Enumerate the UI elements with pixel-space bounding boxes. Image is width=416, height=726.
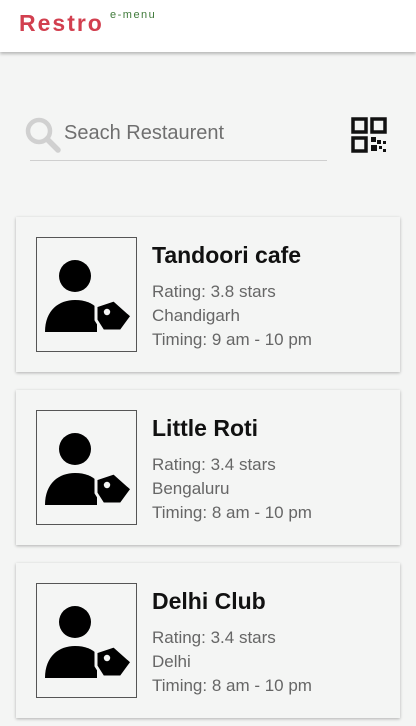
qr-code-icon bbox=[351, 117, 387, 153]
brand-logo[interactable]: Restro bbox=[19, 10, 104, 36]
restaurant-city: Delhi bbox=[152, 652, 191, 671]
restaurant-name: Little Roti bbox=[152, 415, 259, 441]
restaurant-city: Bengaluru bbox=[152, 479, 230, 498]
restaurant-name: Tandoori cafe bbox=[152, 242, 302, 268]
restaurant-rating: Rating: 3.4 stars bbox=[152, 455, 276, 474]
restaurant-rating: Rating: 3.8 stars bbox=[152, 282, 276, 301]
person-tag-icon bbox=[45, 260, 133, 333]
app-bar: Restro e-menu bbox=[0, 0, 416, 52]
restaurant-image bbox=[36, 583, 137, 698]
person-tag-icon bbox=[45, 433, 133, 506]
qr-scan-button[interactable] bbox=[351, 117, 387, 153]
restaurant-image bbox=[36, 237, 137, 352]
restaurant-city: Chandigarh bbox=[152, 306, 240, 325]
restaurant-rating: Rating: 3.4 stars bbox=[152, 628, 276, 647]
restaurant-card[interactable]: Delhi Club Rating: 3.4 stars Delhi Timin… bbox=[16, 563, 400, 718]
restaurant-card[interactable]: Little Roti Rating: 3.4 stars Bengaluru … bbox=[16, 390, 400, 545]
search-input[interactable] bbox=[64, 116, 326, 150]
restaurant-timing: Timing: 9 am - 10 pm bbox=[152, 330, 312, 349]
search-bar bbox=[22, 112, 328, 162]
person-tag-icon bbox=[45, 606, 133, 679]
restaurant-timing: Timing: 8 am - 10 pm bbox=[152, 503, 312, 522]
restaurant-timing: Timing: 8 am - 10 pm bbox=[152, 676, 312, 695]
search-icon bbox=[25, 117, 61, 153]
restaurant-image bbox=[36, 410, 137, 525]
brand-tagline: e-menu bbox=[110, 9, 157, 21]
restaurant-name: Delhi Club bbox=[152, 588, 266, 614]
restaurant-card[interactable]: Tandoori cafe Rating: 3.8 stars Chandiga… bbox=[16, 217, 400, 372]
search-underline bbox=[30, 160, 327, 161]
